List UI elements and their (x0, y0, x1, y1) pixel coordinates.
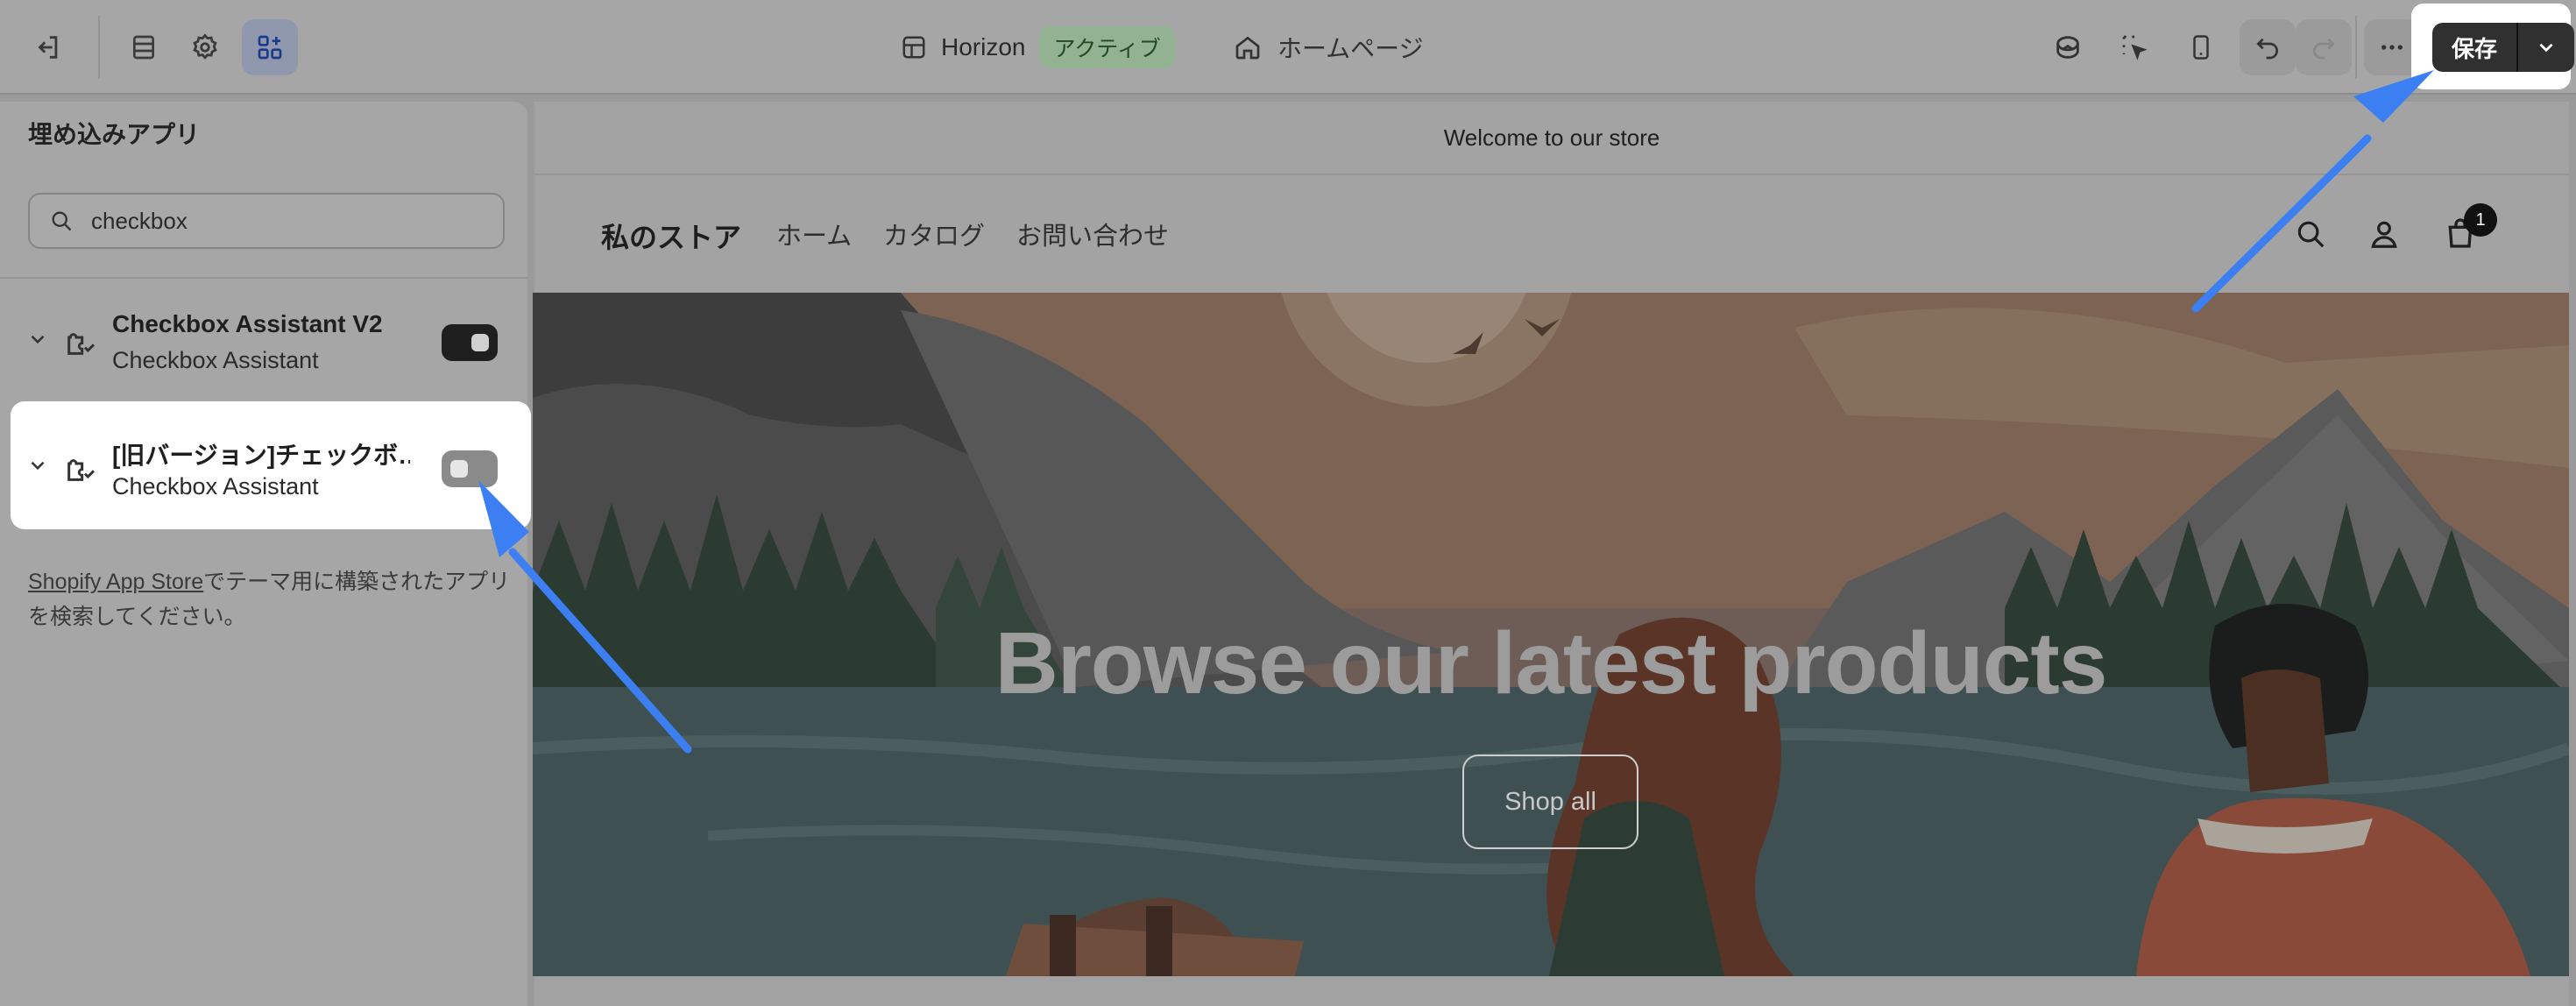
annotation-arrow-save (2191, 70, 2434, 313)
annotation-overlay (478, 70, 2434, 754)
annotation-arrow-toggle (478, 480, 692, 754)
